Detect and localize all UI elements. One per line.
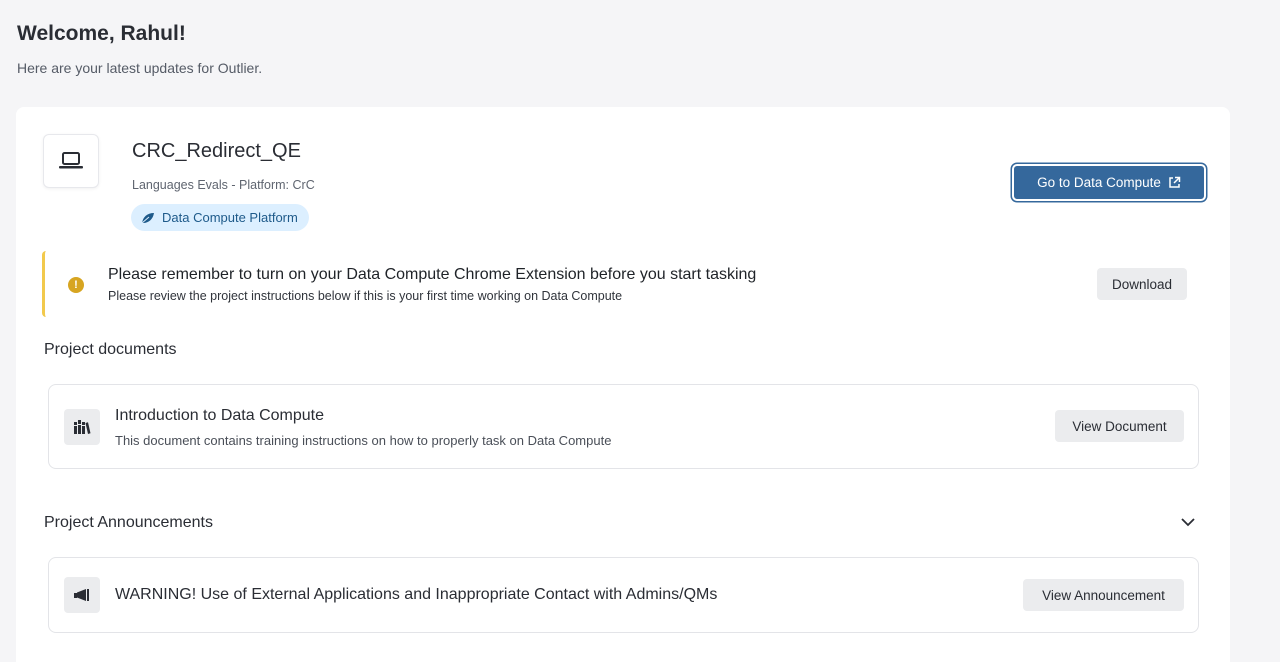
alert-title: Please remember to turn on your Data Com… — [108, 266, 757, 283]
document-description: This document contains training instruct… — [115, 433, 612, 448]
go-to-data-compute-label: Go to Data Compute — [1037, 175, 1161, 190]
document-title: Introduction to Data Compute — [115, 407, 325, 424]
platform-badge: Data Compute Platform — [131, 204, 309, 231]
announcement-item[interactable]: WARNING! Use of External Applications an… — [48, 557, 1199, 633]
download-button[interactable]: Download — [1097, 268, 1187, 300]
announcements-section-title: Project Announcements — [44, 514, 213, 531]
project-name: CRC_Redirect_QE — [132, 140, 301, 162]
welcome-title: Welcome, Rahul! — [17, 22, 186, 45]
project-icon-box — [43, 134, 99, 188]
announcement-title: WARNING! Use of External Applications an… — [115, 586, 718, 603]
chevron-down-icon[interactable] — [1179, 513, 1197, 531]
project-card: CRC_Redirect_QE Languages Evals - Platfo… — [16, 107, 1230, 662]
laptop-icon — [59, 152, 83, 169]
books-icon — [64, 409, 100, 445]
document-item[interactable]: Introduction to Data Compute This docume… — [48, 384, 1199, 469]
welcome-subtitle: Here are your latest updates for Outlier… — [17, 60, 263, 76]
platform-badge-label: Data Compute Platform — [162, 210, 298, 225]
view-announcement-button[interactable]: View Announcement — [1023, 579, 1184, 611]
megaphone-icon — [64, 577, 100, 613]
dashboard-page: Welcome, Rahul! Here are your latest upd… — [0, 0, 1280, 662]
project-subtitle: Languages Evals - Platform: CrC — [132, 178, 315, 192]
go-to-data-compute-button[interactable]: Go to Data Compute — [1012, 164, 1206, 201]
exclamation-icon: ! — [68, 277, 84, 293]
extension-alert: ! Please remember to turn on your Data C… — [42, 251, 1202, 317]
view-document-button[interactable]: View Document — [1055, 410, 1184, 442]
documents-section-title: Project documents — [44, 341, 177, 358]
external-link-icon — [1169, 176, 1181, 188]
alert-subtitle: Please review the project instructions b… — [108, 289, 623, 303]
leaf-icon — [141, 212, 154, 223]
